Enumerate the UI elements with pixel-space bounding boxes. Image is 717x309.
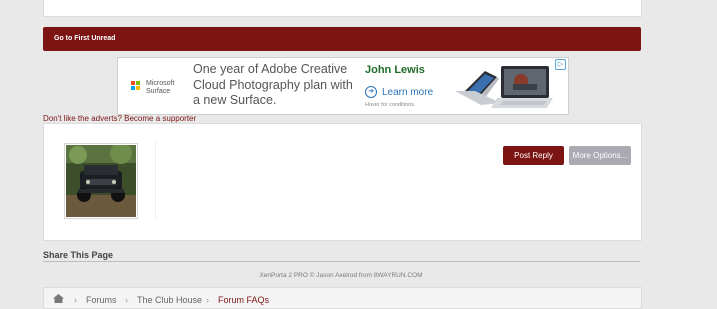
advertiser-name: Microsoft Surface [146,80,174,96]
avatar-jeep-photo [66,142,136,217]
breadcrumb-separator-icon: › [74,295,77,305]
footer-credit[interactable]: XenPorta 2 PRO © Jason Axelrod from 8WAY… [0,272,682,279]
adchoices-icon[interactable]: ▷ [555,59,566,70]
post-reply-button[interactable]: Post Reply [503,146,564,165]
home-icon[interactable] [53,294,64,303]
share-page-heading: Share This Page [43,250,114,260]
surface-devices-image [455,66,553,108]
breadcrumb-item-forum-faqs[interactable]: Forum FAQs [218,295,269,305]
become-supporter-link[interactable]: Don't like the adverts? Become a support… [43,114,196,123]
breadcrumb-item-club-house[interactable]: The Club House [137,295,202,305]
ad-learn-more-label: Learn more [382,86,434,98]
editor-area-divider [155,140,156,220]
avatar[interactable] [64,142,138,219]
breadcrumb-item-forums[interactable]: Forums [86,295,117,305]
ad-headline: One year of Adobe Creative Cloud Photogr… [193,62,353,107]
ad-store-name: John Lewis [365,64,425,76]
ad-disclaimer: Hover for conditions. [365,102,416,108]
quick-reply-panel: Post Reply More Options... [43,123,642,241]
go-to-first-unread-bar[interactable]: Go to First Unread [43,27,641,51]
breadcrumb-separator-icon: › [206,295,209,305]
breadcrumb-separator-icon: › [125,295,128,305]
ad-learn-more-link[interactable]: ➜ Learn more [365,86,433,98]
share-divider [43,261,640,262]
microsoft-logo [131,81,141,91]
arrow-right-circle-icon: ➜ [365,86,377,98]
breadcrumb: › Forums › The Club House › Forum FAQs [43,287,642,309]
advertisement-banner[interactable]: ▷ Microsoft Surface One year of Adobe Cr… [117,57,569,115]
advertiser-name-line1: Microsoft [146,80,175,87]
advertiser-name-line2: Surface [146,88,171,95]
more-options-button[interactable]: More Options... [569,146,631,165]
go-to-first-unread-link[interactable]: Go to First Unread [54,35,115,42]
previous-post-card [43,0,642,17]
